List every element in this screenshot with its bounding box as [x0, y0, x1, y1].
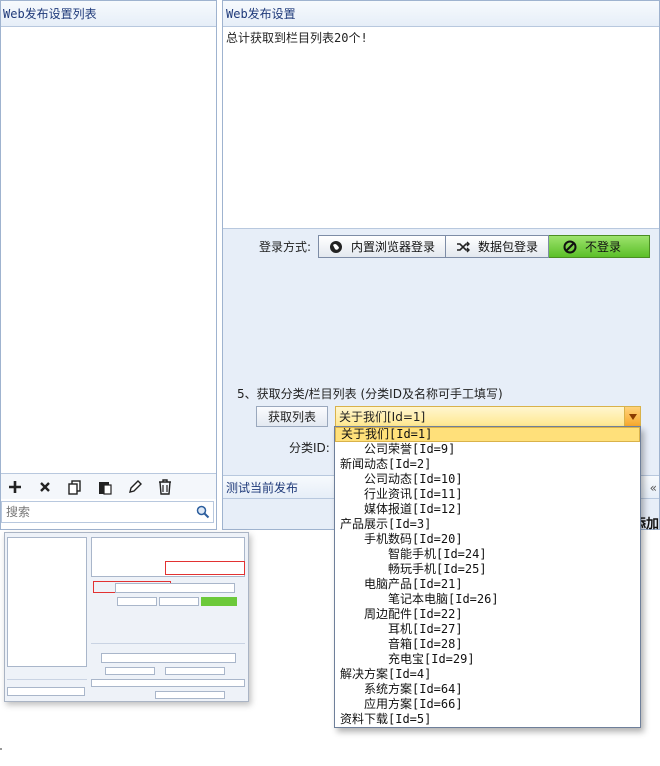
- fetch-list-button[interactable]: 获取列表: [256, 406, 328, 427]
- add-icon[interactable]: [4, 476, 26, 498]
- dropdown-item[interactable]: 音箱[Id=28]: [335, 637, 640, 652]
- dropdown-item[interactable]: 畅玩手机[Id=25]: [335, 562, 640, 577]
- dropdown-item[interactable]: 解决方案[Id=4]: [335, 667, 640, 682]
- dropdown-item[interactable]: 关于我们[Id=1]: [335, 427, 640, 442]
- search-box: [1, 501, 214, 523]
- search-icon[interactable]: [193, 502, 213, 522]
- trash-icon[interactable]: [154, 476, 176, 498]
- login-option-label: 数据包登录: [478, 240, 539, 254]
- login-method-group: 内置浏览器登录 数据包登录 不登录: [318, 235, 651, 258]
- chevron-down-icon[interactable]: [624, 407, 640, 426]
- dropdown-item[interactable]: 公司荣誉[Id=9]: [335, 442, 640, 457]
- login-builtin-browser-button[interactable]: 内置浏览器登录: [318, 235, 447, 258]
- log-output: 总计获取到栏目列表20个!: [223, 27, 659, 229]
- login-none-button[interactable]: 不登录: [549, 235, 651, 258]
- category-select-value: 关于我们[Id=1]: [339, 410, 426, 424]
- test-publish-label: 测试当前发布: [226, 481, 299, 495]
- settings-list[interactable]: [1, 27, 216, 473]
- login-option-label: 内置浏览器登录: [351, 240, 436, 254]
- list-panel-title: Web发布设置列表: [1, 1, 216, 27]
- dropdown-item[interactable]: 应用方案[Id=66]: [335, 697, 640, 712]
- dropdown-item[interactable]: 笔记本电脑[Id=26]: [335, 592, 640, 607]
- edit-icon[interactable]: [124, 476, 146, 498]
- dropdown-item[interactable]: 系统方案[Id=64]: [335, 682, 640, 697]
- publish-settings-list-panel: Web发布设置列表: [0, 0, 217, 530]
- dropdown-item[interactable]: 媒体报道[Id=12]: [335, 502, 640, 517]
- paste-icon[interactable]: [94, 476, 116, 498]
- step5-label: 5、获取分类/栏目列表 (分类ID及名称可手工填写): [237, 387, 503, 401]
- dropdown-item[interactable]: 产品展示[Id=3]: [335, 517, 640, 532]
- dropdown-item[interactable]: 周边配件[Id=22]: [335, 607, 640, 622]
- dropdown-item[interactable]: 新闻动态[Id=2]: [335, 457, 640, 472]
- dropdown-item[interactable]: 耳机[Id=27]: [335, 622, 640, 637]
- search-input[interactable]: [2, 502, 193, 522]
- dropdown-item[interactable]: 智能手机[Id=24]: [335, 547, 640, 562]
- copy-icon[interactable]: [64, 476, 86, 498]
- ban-icon: [563, 240, 577, 254]
- dropdown-item[interactable]: 手机数码[Id=20]: [335, 532, 640, 547]
- shuffle-icon: [456, 240, 471, 254]
- list-toolbar: [1, 473, 216, 499]
- dropdown-item[interactable]: 公司动态[Id=10]: [335, 472, 640, 487]
- globe-icon: [329, 240, 343, 254]
- category-select[interactable]: 关于我们[Id=1]: [335, 406, 641, 427]
- login-method-label: 登录方式:: [259, 240, 312, 254]
- dropdown-item[interactable]: 行业资讯[Id=11]: [335, 487, 640, 502]
- login-packet-button[interactable]: 数据包登录: [446, 235, 550, 258]
- dropdown-item[interactable]: 电脑产品[Id=21]: [335, 577, 640, 592]
- login-option-label: 不登录: [585, 240, 622, 254]
- delete-icon[interactable]: [34, 476, 56, 498]
- settings-panel-title: Web发布设置: [223, 1, 659, 27]
- category-dropdown-list[interactable]: 关于我们[Id=1] 公司荣誉[Id=9] 新闻动态[Id=2] 公司动态[Id=10…: [334, 426, 641, 728]
- dropdown-item[interactable]: 资料下载[Id=5]: [335, 712, 640, 727]
- dropdown-item[interactable]: 充电宝[Id=29]: [335, 652, 640, 667]
- category-id-label: 分类ID:: [289, 441, 330, 455]
- log-text: 总计获取到栏目列表20个!: [226, 31, 368, 45]
- stray-mark: [0, 748, 2, 750]
- background-window-thumbnail: [4, 532, 249, 702]
- collapse-icon[interactable]: «: [650, 476, 657, 500]
